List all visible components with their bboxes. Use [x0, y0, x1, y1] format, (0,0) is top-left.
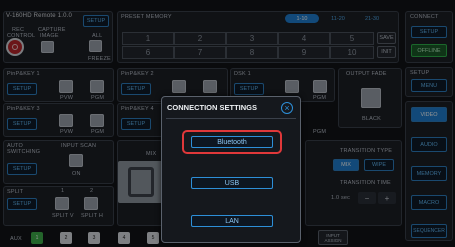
dialog-title: CONNECTION SETTINGS	[167, 103, 258, 112]
usb-button[interactable]: USB	[191, 177, 273, 189]
bluetooth-button[interactable]: Bluetooth	[191, 136, 273, 148]
dialog-divider	[166, 118, 296, 119]
connection-settings-dialog: CONNECTION SETTINGS × Bluetooth USB LAN	[161, 96, 301, 243]
close-icon[interactable]: ×	[281, 102, 293, 114]
lan-button[interactable]: LAN	[191, 215, 273, 227]
